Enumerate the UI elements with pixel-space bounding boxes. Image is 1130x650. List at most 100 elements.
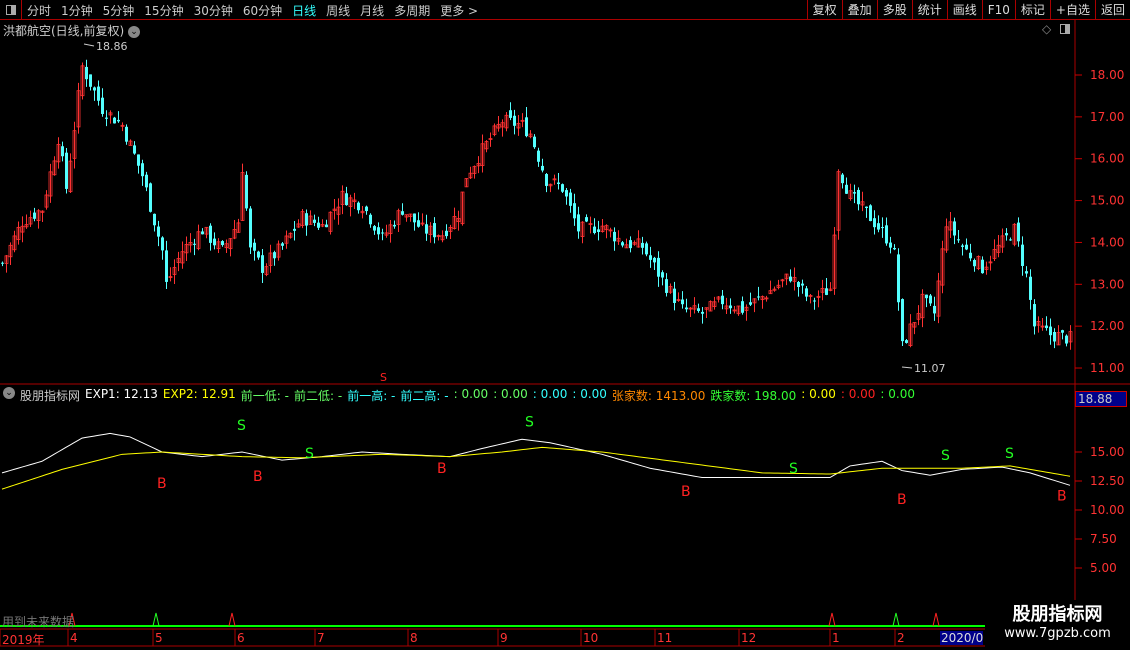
candle-body bbox=[113, 117, 116, 124]
candle-body bbox=[665, 279, 668, 293]
candle-body bbox=[345, 193, 348, 206]
candle-body bbox=[433, 223, 436, 238]
candle-body bbox=[701, 311, 704, 314]
candle-body bbox=[801, 283, 804, 286]
candle-body bbox=[797, 282, 800, 288]
candle-body bbox=[853, 192, 856, 194]
low1-value: 前一低: - bbox=[240, 389, 289, 403]
candle-body bbox=[445, 230, 448, 237]
candle-body bbox=[193, 243, 196, 245]
date-label: 2 bbox=[897, 631, 905, 645]
future-data-label: 用到未来数据 bbox=[2, 615, 75, 629]
candle-body bbox=[881, 227, 884, 229]
buy-signal: B bbox=[253, 469, 263, 485]
candle-body bbox=[401, 211, 404, 215]
candle-body bbox=[1005, 233, 1008, 236]
value-1: : 0.00 bbox=[453, 387, 489, 401]
sell-signal: S bbox=[941, 448, 950, 464]
candle-body bbox=[825, 288, 828, 295]
fall-count: 跌家数: 198.00 bbox=[710, 389, 797, 403]
candle-body bbox=[33, 212, 36, 219]
candle-body bbox=[969, 252, 972, 259]
candle-body bbox=[317, 222, 320, 228]
candle-body bbox=[569, 192, 572, 206]
candle-body bbox=[565, 190, 568, 197]
candle-body bbox=[293, 228, 296, 231]
candle-body bbox=[213, 238, 216, 246]
candle-body bbox=[101, 97, 104, 114]
price-tick-label: 17.00 bbox=[1090, 110, 1124, 124]
date-label: 12 bbox=[741, 631, 757, 645]
low-price-label: 11.07 bbox=[914, 362, 946, 375]
candle-body bbox=[381, 232, 384, 234]
price-tick-label: 12.00 bbox=[1090, 319, 1124, 333]
value-2: : 0.00 bbox=[493, 387, 528, 401]
candle-body bbox=[221, 241, 224, 246]
candle-body bbox=[981, 259, 984, 274]
indicator-tick-label: 15.00 bbox=[1090, 445, 1124, 459]
candle-body bbox=[897, 254, 900, 303]
indicator-tick-label: 5.00 bbox=[1090, 561, 1117, 575]
high-pointer bbox=[83, 43, 95, 47]
candle-body bbox=[97, 86, 100, 101]
candle-body bbox=[741, 301, 744, 313]
sell-signal: S bbox=[789, 461, 798, 477]
candle-body bbox=[661, 272, 664, 278]
exp2-value: EXP2: 12.91 bbox=[162, 387, 236, 401]
candle-body bbox=[673, 288, 676, 303]
candle-body bbox=[65, 152, 68, 189]
candle-body bbox=[1, 262, 4, 264]
candle-body bbox=[249, 208, 252, 248]
chart-canvas[interactable]: 18.0017.0016.0015.0014.0013.0012.0011.00… bbox=[0, 0, 1130, 650]
candle-body bbox=[561, 184, 564, 192]
candle-body bbox=[61, 146, 64, 157]
price-tick-label: 13.00 bbox=[1090, 277, 1124, 291]
candle-body bbox=[393, 224, 396, 227]
candle-body bbox=[117, 119, 120, 122]
candle-body bbox=[541, 165, 544, 171]
signal-spike bbox=[828, 612, 836, 627]
candle-body bbox=[845, 184, 848, 194]
candle-body bbox=[201, 231, 204, 235]
candle-body bbox=[1021, 244, 1024, 266]
candle-body bbox=[417, 220, 420, 227]
candle-body bbox=[1017, 222, 1020, 242]
buy-signal: B bbox=[681, 484, 691, 500]
date-cursor-box: 2020/0 bbox=[940, 631, 983, 645]
sell-signal: S bbox=[525, 414, 534, 430]
candle-body bbox=[885, 225, 888, 244]
date-label: 9 bbox=[500, 631, 508, 645]
value-7: : 0.00 bbox=[880, 387, 915, 401]
candle-body bbox=[869, 205, 872, 222]
candle-body bbox=[513, 115, 516, 126]
price-tick-label: 14.00 bbox=[1090, 235, 1124, 249]
candle-body bbox=[105, 117, 108, 119]
candle-body bbox=[749, 302, 752, 305]
signal-spike bbox=[228, 612, 236, 627]
candle-body bbox=[93, 87, 96, 91]
candle-body bbox=[209, 225, 212, 243]
buy-signal: B bbox=[437, 461, 447, 477]
indicator-name[interactable]: 股朋指标网 bbox=[20, 387, 80, 404]
buy-signal: B bbox=[897, 492, 907, 508]
candle-body bbox=[305, 213, 308, 226]
candle-body bbox=[253, 242, 256, 251]
value-3: : 0.00 bbox=[532, 387, 568, 401]
candle-body bbox=[613, 231, 616, 242]
date-label: 6 bbox=[237, 631, 245, 645]
candle-body bbox=[865, 206, 868, 209]
chevron-down-icon[interactable]: ⌄ bbox=[3, 387, 15, 399]
candle-body bbox=[1065, 335, 1068, 344]
candle-body bbox=[757, 296, 760, 298]
candle-body bbox=[313, 219, 316, 223]
sell-signal: S bbox=[305, 446, 314, 462]
candle-body bbox=[281, 243, 284, 246]
indicator-tick-label: 12.50 bbox=[1090, 474, 1124, 488]
candle-body bbox=[905, 340, 908, 343]
candle-body bbox=[889, 242, 892, 248]
signal-spike bbox=[932, 612, 940, 627]
candle-body bbox=[509, 110, 512, 118]
sell-signal: S bbox=[1005, 446, 1014, 462]
candle-body bbox=[157, 226, 160, 237]
watermark: 股朋指标网 www.7gpzb.com bbox=[985, 600, 1130, 650]
